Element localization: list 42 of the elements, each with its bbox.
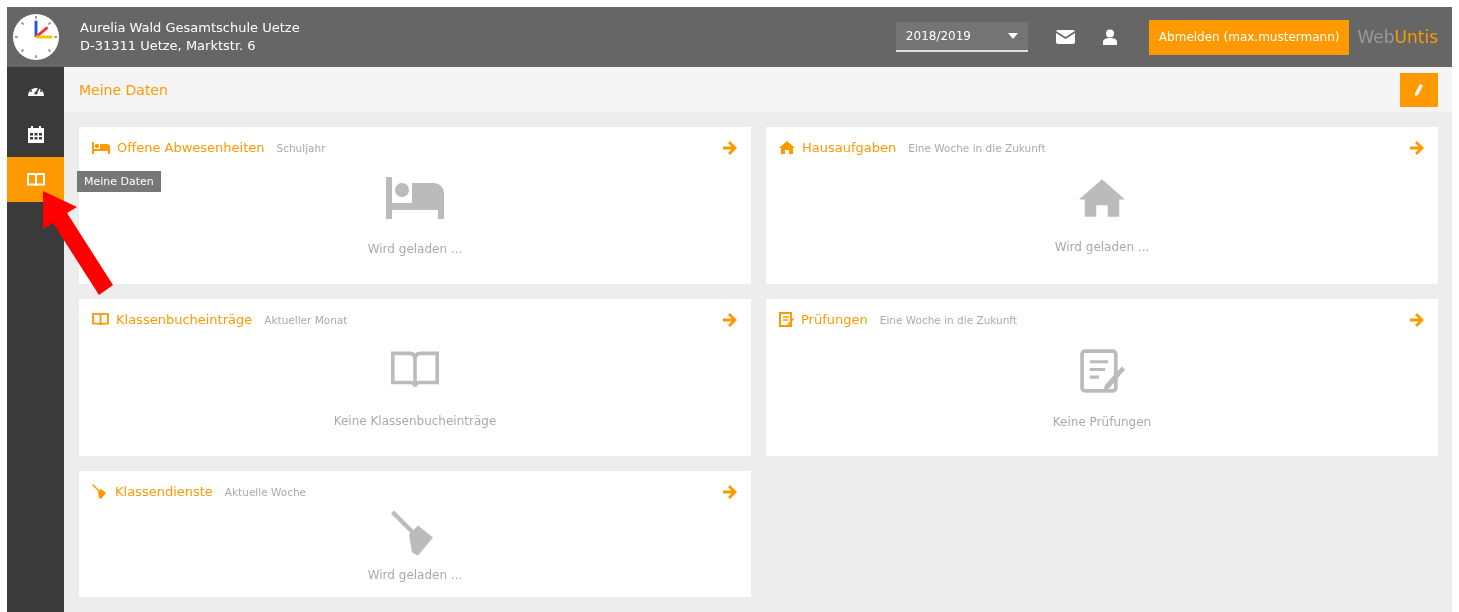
card-title[interactable]: Prüfungen: [801, 312, 868, 327]
user-icon[interactable]: [1102, 29, 1117, 45]
calendar-icon: [27, 126, 44, 143]
notepad-pencil-icon: [779, 312, 794, 327]
card-subtitle: Eine Woche in die Zukunft: [908, 141, 1046, 154]
house-icon: [1079, 178, 1125, 217]
edit-button[interactable]: [1400, 72, 1438, 107]
clock-logo-icon: [12, 13, 60, 61]
mail-icon[interactable]: [1055, 30, 1075, 44]
status-message: Keine Prüfungen: [1052, 415, 1152, 429]
card-title[interactable]: Klassenbucheinträge: [116, 312, 253, 327]
page-title: Meine Daten: [79, 81, 168, 98]
status-message: Wird geladen ...: [1054, 240, 1150, 255]
status-message: Wird geladen ...: [367, 567, 463, 582]
card-title[interactable]: Klassendienste: [115, 484, 213, 499]
tooltip: Meine Daten: [77, 171, 161, 192]
card-subtitle: Aktueller Monat: [264, 313, 348, 326]
house-icon: [779, 141, 795, 154]
broom-icon: [92, 484, 108, 499]
card-subtitle: Aktuelle Woche: [224, 485, 307, 498]
arrow-right-icon[interactable]: [723, 312, 737, 327]
bed-icon: [386, 177, 444, 220]
logout-button[interactable]: Abmelden (max.mustermann): [1148, 19, 1350, 55]
pencil-icon: [1415, 83, 1423, 96]
card-subtitle: Schuljahr: [276, 141, 326, 154]
status-message: Wird geladen ...: [367, 241, 463, 256]
school-name: Aurelia Wald Gesamtschule Uetze: [80, 19, 300, 37]
arrow-right-icon[interactable]: [723, 484, 737, 499]
card-title[interactable]: Offene Abwesenheiten: [117, 140, 265, 155]
status-message: Keine Klassenbucheinträge: [333, 413, 497, 428]
book-icon: [26, 172, 45, 187]
school-address: D-31311 Uetze, Marktstr. 6: [80, 37, 257, 55]
arrow-right-icon[interactable]: [1410, 140, 1424, 155]
school-year-dropdown[interactable]: 2018/2019: [895, 22, 1028, 52]
bed-icon: [92, 141, 110, 154]
arrow-right-icon[interactable]: [1410, 312, 1424, 327]
notepad-pencil-icon: [1079, 348, 1125, 394]
card-title[interactable]: Hausaufgaben: [802, 140, 897, 155]
caret-icon: [1007, 33, 1018, 39]
card-subtitle: Eine Woche in die Zukunft: [879, 313, 1017, 326]
book-icon: [92, 313, 109, 326]
arrow-right-icon[interactable]: [723, 140, 737, 155]
